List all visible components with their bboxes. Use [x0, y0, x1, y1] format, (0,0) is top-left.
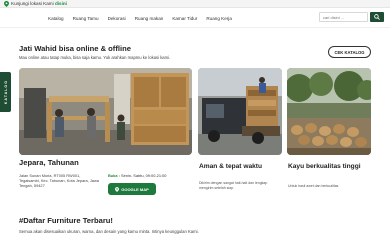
catalog-button[interactable]: CEK KATALOG	[328, 46, 371, 58]
hero-title: Jati Wahid bisa online & offline	[19, 44, 131, 53]
search-icon	[374, 14, 380, 20]
opening-hours: Buka : Senin- Sabtu, 09:00-21:00	[108, 173, 166, 178]
quality-description: Untuk hasil awet dan berkualitas	[288, 184, 339, 188]
latest-furniture-title: #Daftar Furniture Terbaru!	[19, 216, 113, 225]
search-input[interactable]	[319, 12, 368, 22]
visit-location-text: Kunjungi lokasi Kami disini	[11, 0, 67, 8]
nav-item-kamar-tidur[interactable]: Kamar Tidur	[172, 16, 197, 21]
location-title: Jepara, Tahunan	[19, 158, 79, 167]
search-button[interactable]	[370, 12, 384, 22]
visit-link[interactable]: disini	[55, 1, 67, 6]
latest-furniture-subtitle: Semua akan disesuaikan ukuran, warna, da…	[19, 229, 199, 234]
nav-item-ruang-tamu[interactable]: Ruang Tamu	[73, 16, 99, 21]
location-address: Jalan Sunan Muria, RT005 RW001, Tegalsam…	[19, 173, 99, 188]
delivery-truck-photo	[198, 68, 282, 155]
timber-logs-photo	[287, 68, 371, 155]
hero-subtitle: Mau online atau tatap muka, bisa saja ka…	[19, 55, 171, 60]
hours-value: Senin- Sabtu, 09:00-21:00	[120, 173, 167, 178]
nav-item-katalog[interactable]: Katalog	[48, 16, 64, 21]
top-info-bar: Kunjungi lokasi Kami disini	[0, 0, 390, 8]
visit-label: Kunjungi lokasi Kami	[11, 1, 54, 6]
quality-title: Kayu berkualitas tinggi	[288, 163, 361, 170]
hours-label: Buka :	[108, 173, 120, 178]
side-catalog-label: KATALOG	[3, 79, 8, 105]
shipping-title: Aman & tepat waktu	[199, 163, 263, 170]
nav-menu: Katalog Ruang Tamu Dekorasi Ruang makan …	[48, 8, 232, 28]
side-catalog-tab[interactable]: KATALOG	[0, 72, 11, 112]
workshop-photo	[19, 68, 192, 155]
main-navigation: Katalog Ruang Tamu Dekorasi Ruang makan …	[0, 8, 390, 28]
google-map-button[interactable]: GOOGLE MAP	[108, 183, 156, 195]
nav-item-ruang-kerja[interactable]: Ruang Kerja	[206, 16, 232, 21]
location-pin-icon	[4, 1, 9, 7]
nav-item-dekorasi[interactable]: Dekorasi	[108, 16, 126, 21]
map-pin-icon	[115, 186, 120, 192]
shipping-description: Dikirim dengan sangat hati-hati dan leng…	[199, 181, 268, 190]
nav-item-ruang-makan[interactable]: Ruang makan	[135, 16, 164, 21]
google-map-label: GOOGLE MAP	[121, 186, 149, 192]
